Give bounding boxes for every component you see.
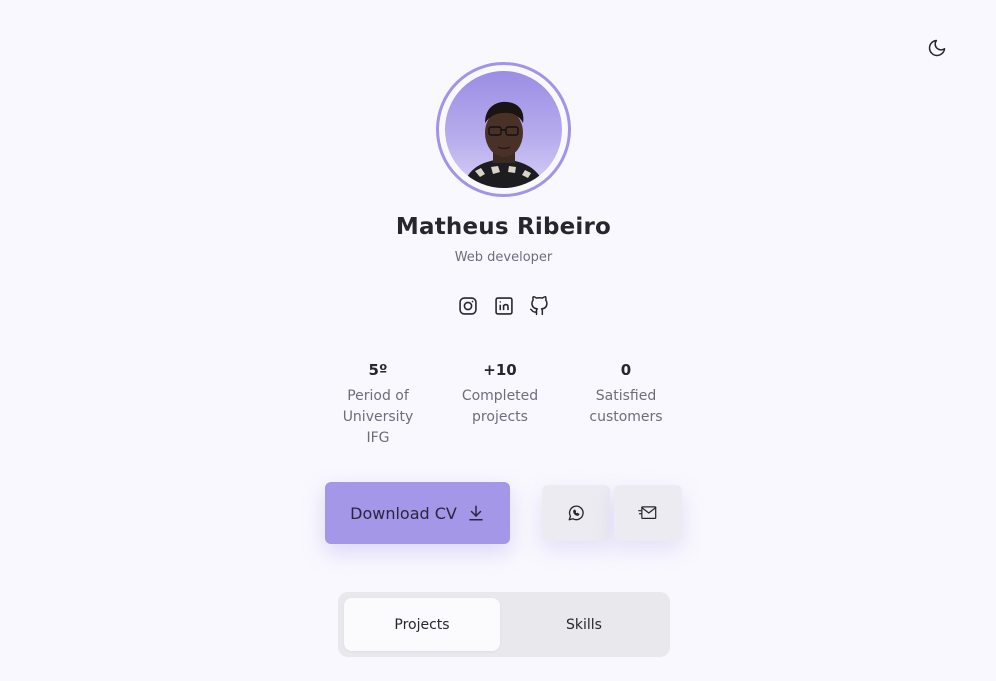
stat-label: Satisfied customers xyxy=(589,388,663,425)
download-cv-button[interactable]: Download CV xyxy=(325,482,510,544)
theme-toggle-button[interactable] xyxy=(925,36,949,60)
social-links xyxy=(457,295,550,317)
profile-page: Matheus Ribeiro Web developer 5º Period … xyxy=(0,0,996,681)
avatar-ring xyxy=(436,62,571,197)
email-button[interactable] xyxy=(614,485,682,541)
send-mail-icon xyxy=(638,506,657,519)
stat-period: 5º Period of University IFG xyxy=(333,360,423,449)
avatar xyxy=(445,71,562,188)
whatsapp-button[interactable] xyxy=(542,485,610,541)
instagram-link[interactable] xyxy=(457,295,479,317)
stat-value: 0 xyxy=(620,361,632,379)
stat-customers: 0 Satisfied customers xyxy=(580,360,672,428)
profile-role: Web developer xyxy=(454,250,553,265)
linkedin-icon xyxy=(494,297,513,315)
whatsapp-icon xyxy=(568,505,584,521)
stat-value: 5º xyxy=(368,361,388,379)
profile-name: Matheus Ribeiro xyxy=(395,214,612,240)
stat-value: +10 xyxy=(483,361,517,379)
moon-icon xyxy=(928,39,946,57)
stat-label: Period of University IFG xyxy=(342,388,414,446)
tab-skills[interactable]: Skills xyxy=(506,598,662,651)
github-icon xyxy=(529,296,548,316)
linkedin-link[interactable] xyxy=(493,295,515,317)
download-icon xyxy=(469,505,483,521)
stat-projects: +10 Completed projects xyxy=(455,360,545,428)
avatar-photo xyxy=(463,101,545,188)
section-tabs: Projects Skills xyxy=(338,592,670,657)
stat-label: Completed projects xyxy=(461,388,539,425)
instagram-icon xyxy=(459,297,477,315)
tab-projects[interactable]: Projects xyxy=(344,598,500,651)
github-link[interactable] xyxy=(528,295,550,317)
download-cv-label: Download CV xyxy=(350,503,457,523)
